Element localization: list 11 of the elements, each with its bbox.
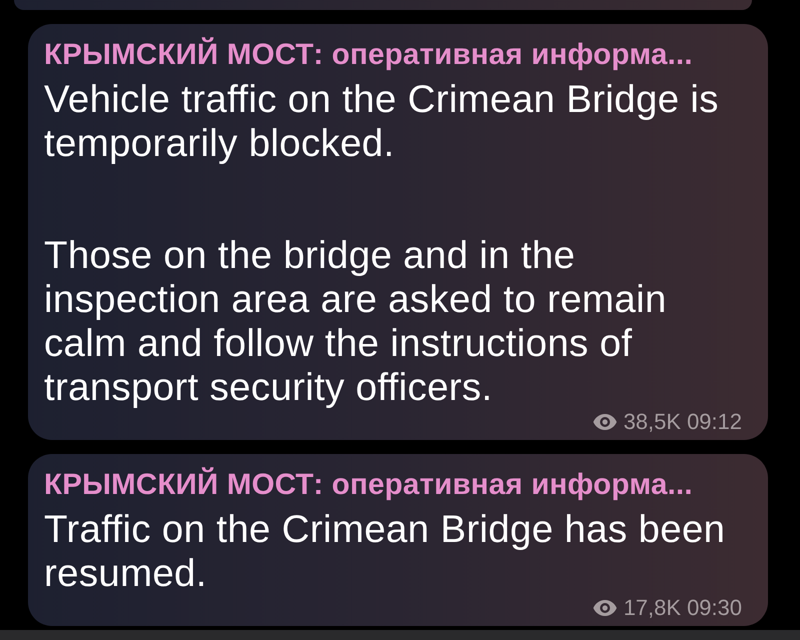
eye-icon bbox=[593, 600, 618, 616]
message-time: 09:30 bbox=[686, 598, 742, 618]
message-text: Traffic on the Crimean Bridge has been resumed. bbox=[44, 508, 726, 596]
view-count: 38,5K bbox=[623, 412, 681, 432]
eye-icon bbox=[593, 414, 618, 430]
sender-name: КРЫМСКИЙ МОСТ: оперативная информа... bbox=[44, 468, 694, 502]
sender-name: КРЫМСКИЙ МОСТ: оперативная информа... bbox=[44, 38, 694, 72]
message-time: 09:12 bbox=[686, 412, 742, 432]
view-count: 17,8K bbox=[623, 598, 681, 618]
message-text: Those on the bridge and in the inspection area are asked to remain calm and follow the instructions of transport security officers. bbox=[44, 234, 668, 410]
message-text: Vehicle traffic on the Crimean Bridge is temporarily blocked. bbox=[44, 78, 720, 166]
